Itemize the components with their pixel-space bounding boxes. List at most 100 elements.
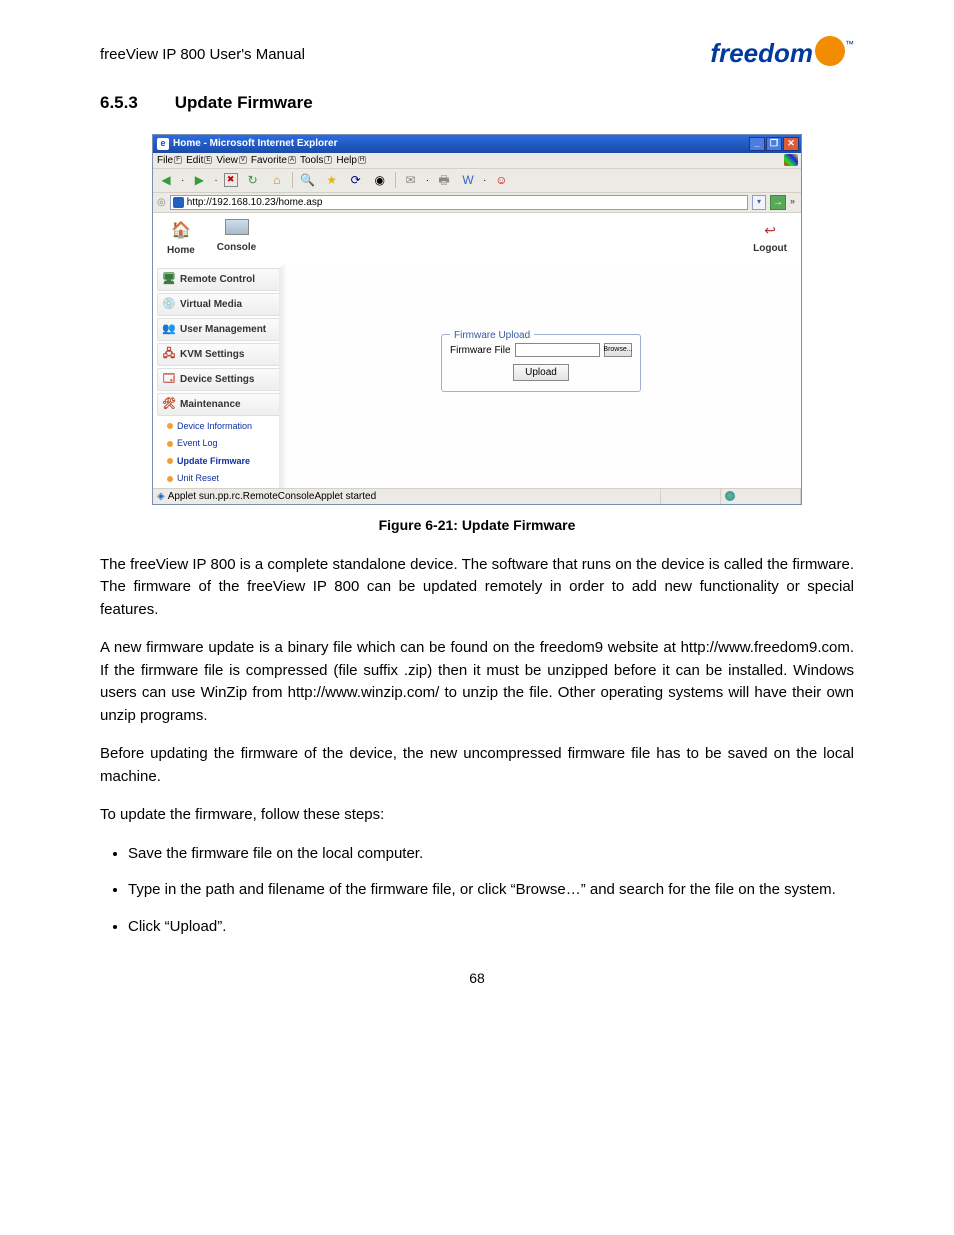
sidebar-sub-device-information[interactable]: Device Information — [157, 418, 281, 436]
webapp-header: 🏠 Home Console ↩ Logout — [153, 213, 801, 264]
sidebar-sub-label: Event Log — [177, 437, 218, 451]
menu-favorite[interactable]: FavoriteA — [251, 153, 296, 168]
sidebar-sub-unit-reset[interactable]: Unit Reset — [157, 470, 281, 488]
body-para-3: Before updating the firmware of the devi… — [100, 743, 854, 788]
sidebar-sub-label: Device Information — [177, 420, 252, 434]
sidebar: 🖥 Remote Control 💿 Virtual Media 👥 User … — [153, 264, 281, 488]
sidebar-item-virtual-media[interactable]: 💿 Virtual Media — [157, 293, 281, 316]
address-dropdown[interactable]: ▾ — [752, 195, 766, 210]
favorites-button[interactable]: ★ — [323, 171, 341, 189]
toolbar: ◀· ▶· ✖ ↻ ⌂ 🔍 ★ ⟳ ◉ ✉· 🖶 W· ☺ — [153, 169, 801, 193]
address-label-icon: ◎ — [157, 195, 166, 210]
step-item: Save the firmware file on the local comp… — [128, 843, 854, 866]
media-button[interactable]: ◉ — [371, 171, 389, 189]
go-button[interactable]: → — [770, 195, 786, 210]
freedom9-logo: freedom™ — [710, 40, 854, 70]
sidebar-sub-label: Update Firmware — [177, 455, 250, 469]
console-icon — [225, 219, 249, 235]
messenger-button[interactable]: ☺ — [492, 171, 510, 189]
step-item: Type in the path and filename of the fir… — [128, 879, 854, 902]
address-input[interactable]: http://192.168.10.23/home.asp — [170, 195, 748, 210]
virtual-media-icon: 💿 — [162, 297, 176, 311]
menu-edit[interactable]: EditE — [186, 153, 212, 168]
menu-file[interactable]: FileF — [157, 153, 182, 168]
sidebar-item-label: KVM Settings — [180, 347, 244, 362]
menu-view[interactable]: ViewV — [216, 153, 247, 168]
home-tab[interactable]: 🏠 Home — [167, 219, 195, 258]
sidebar-sub-label: Unit Reset — [177, 472, 219, 486]
menu-help[interactable]: HelpH — [336, 153, 366, 168]
kvm-settings-icon: 🖧 — [162, 347, 176, 361]
sidebar-item-label: Virtual Media — [180, 297, 242, 312]
bullet-icon — [167, 458, 173, 464]
sidebar-item-remote-control[interactable]: 🖥 Remote Control — [157, 268, 281, 291]
search-button[interactable]: 🔍 — [299, 171, 317, 189]
stop-button[interactable]: ✖ — [224, 173, 238, 187]
sidebar-item-kvm-settings[interactable]: 🖧 KVM Settings — [157, 343, 281, 366]
body-para-4: To update the firmware, follow these ste… — [100, 804, 854, 827]
firmware-upload-fieldset: Firmware Upload Firmware File Browse... … — [441, 334, 641, 392]
applet-icon: ◈ — [157, 489, 165, 504]
remote-control-icon: 🖥 — [162, 272, 176, 286]
refresh-button[interactable]: ↻ — [244, 171, 262, 189]
close-button[interactable]: ✕ — [783, 137, 799, 151]
steps-list: Save the firmware file on the local comp… — [100, 843, 854, 939]
content-area: Firmware Upload Firmware File Browse... … — [281, 264, 801, 488]
figure-caption: Figure 6-21: Update Firmware — [100, 515, 854, 536]
user-management-icon: 👥 — [162, 322, 176, 336]
ie-page-icon — [173, 197, 184, 208]
menu-tools[interactable]: ToolsT — [300, 153, 332, 168]
logout-button[interactable]: ↩ Logout — [753, 220, 787, 256]
sidebar-item-user-management[interactable]: 👥 User Management — [157, 318, 281, 341]
doc-header: freeView IP 800 User's Manual — [100, 44, 305, 67]
address-text: http://192.168.10.23/home.asp — [187, 195, 323, 210]
firmware-file-input[interactable] — [515, 343, 600, 357]
sidebar-sub-event-log[interactable]: Event Log — [157, 435, 281, 453]
titlebar: e Home - Microsoft Internet Explorer _ ❐… — [153, 135, 801, 153]
body-para-1: The freeView IP 800 is a complete standa… — [100, 554, 854, 622]
browser-window: e Home - Microsoft Internet Explorer _ ❐… — [152, 134, 802, 505]
bullet-icon — [167, 441, 173, 447]
sidebar-item-label: Maintenance — [180, 397, 241, 412]
sidebar-item-maintenance[interactable]: 🛠 Maintenance — [157, 393, 281, 416]
bullet-icon — [167, 423, 173, 429]
forward-button[interactable]: ▶ — [190, 171, 208, 189]
device-settings-icon: 🗔 — [162, 372, 176, 386]
ie-icon: e — [157, 138, 169, 150]
upload-button[interactable]: Upload — [513, 364, 569, 381]
fieldset-legend: Firmware Upload — [450, 328, 534, 343]
home-icon: 🏠 — [167, 219, 195, 243]
mail-button[interactable]: ✉ — [402, 171, 420, 189]
history-button[interactable]: ⟳ — [347, 171, 365, 189]
minimize-button[interactable]: _ — [749, 137, 765, 151]
sidebar-sub-update-firmware[interactable]: Update Firmware — [157, 453, 281, 471]
browse-button[interactable]: Browse... — [604, 343, 632, 357]
print-button[interactable]: 🖶 — [435, 171, 453, 189]
toolbar-overflow[interactable]: » — [790, 195, 795, 209]
edit-word-button[interactable]: W — [459, 171, 477, 189]
logout-icon: ↩ — [753, 220, 787, 241]
logo-9-icon — [815, 36, 845, 66]
menu-bar: FileF EditE ViewV FavoriteA ToolsT HelpH — [153, 153, 801, 169]
firmware-file-label: Firmware File — [450, 343, 511, 358]
home-button[interactable]: ⌂ — [268, 171, 286, 189]
sidebar-item-device-settings[interactable]: 🗔 Device Settings — [157, 368, 281, 391]
section-heading: 6.5.3 Update Firmware — [100, 90, 854, 116]
maximize-button[interactable]: ❐ — [766, 137, 782, 151]
body-para-2: A new firmware update is a binary file w… — [100, 637, 854, 727]
console-tab[interactable]: Console — [217, 219, 256, 258]
step-item: Click “Upload”. — [128, 916, 854, 939]
windows-flag-icon — [784, 154, 798, 166]
back-button[interactable]: ◀ — [157, 171, 175, 189]
sidebar-item-label: Device Settings — [180, 372, 254, 387]
window-title: Home - Microsoft Internet Explorer — [173, 136, 337, 151]
status-text: Applet sun.pp.rc.RemoteConsoleApplet sta… — [168, 489, 376, 504]
internet-zone-icon — [725, 491, 735, 501]
maintenance-icon: 🛠 — [162, 397, 176, 411]
status-bar: ◈ Applet sun.pp.rc.RemoteConsoleApplet s… — [153, 488, 801, 504]
bullet-icon — [167, 476, 173, 482]
sidebar-item-label: User Management — [180, 322, 266, 337]
page-number: 68 — [100, 968, 854, 989]
address-bar: ◎ http://192.168.10.23/home.asp ▾ → » — [153, 193, 801, 213]
sidebar-item-label: Remote Control — [180, 272, 255, 287]
